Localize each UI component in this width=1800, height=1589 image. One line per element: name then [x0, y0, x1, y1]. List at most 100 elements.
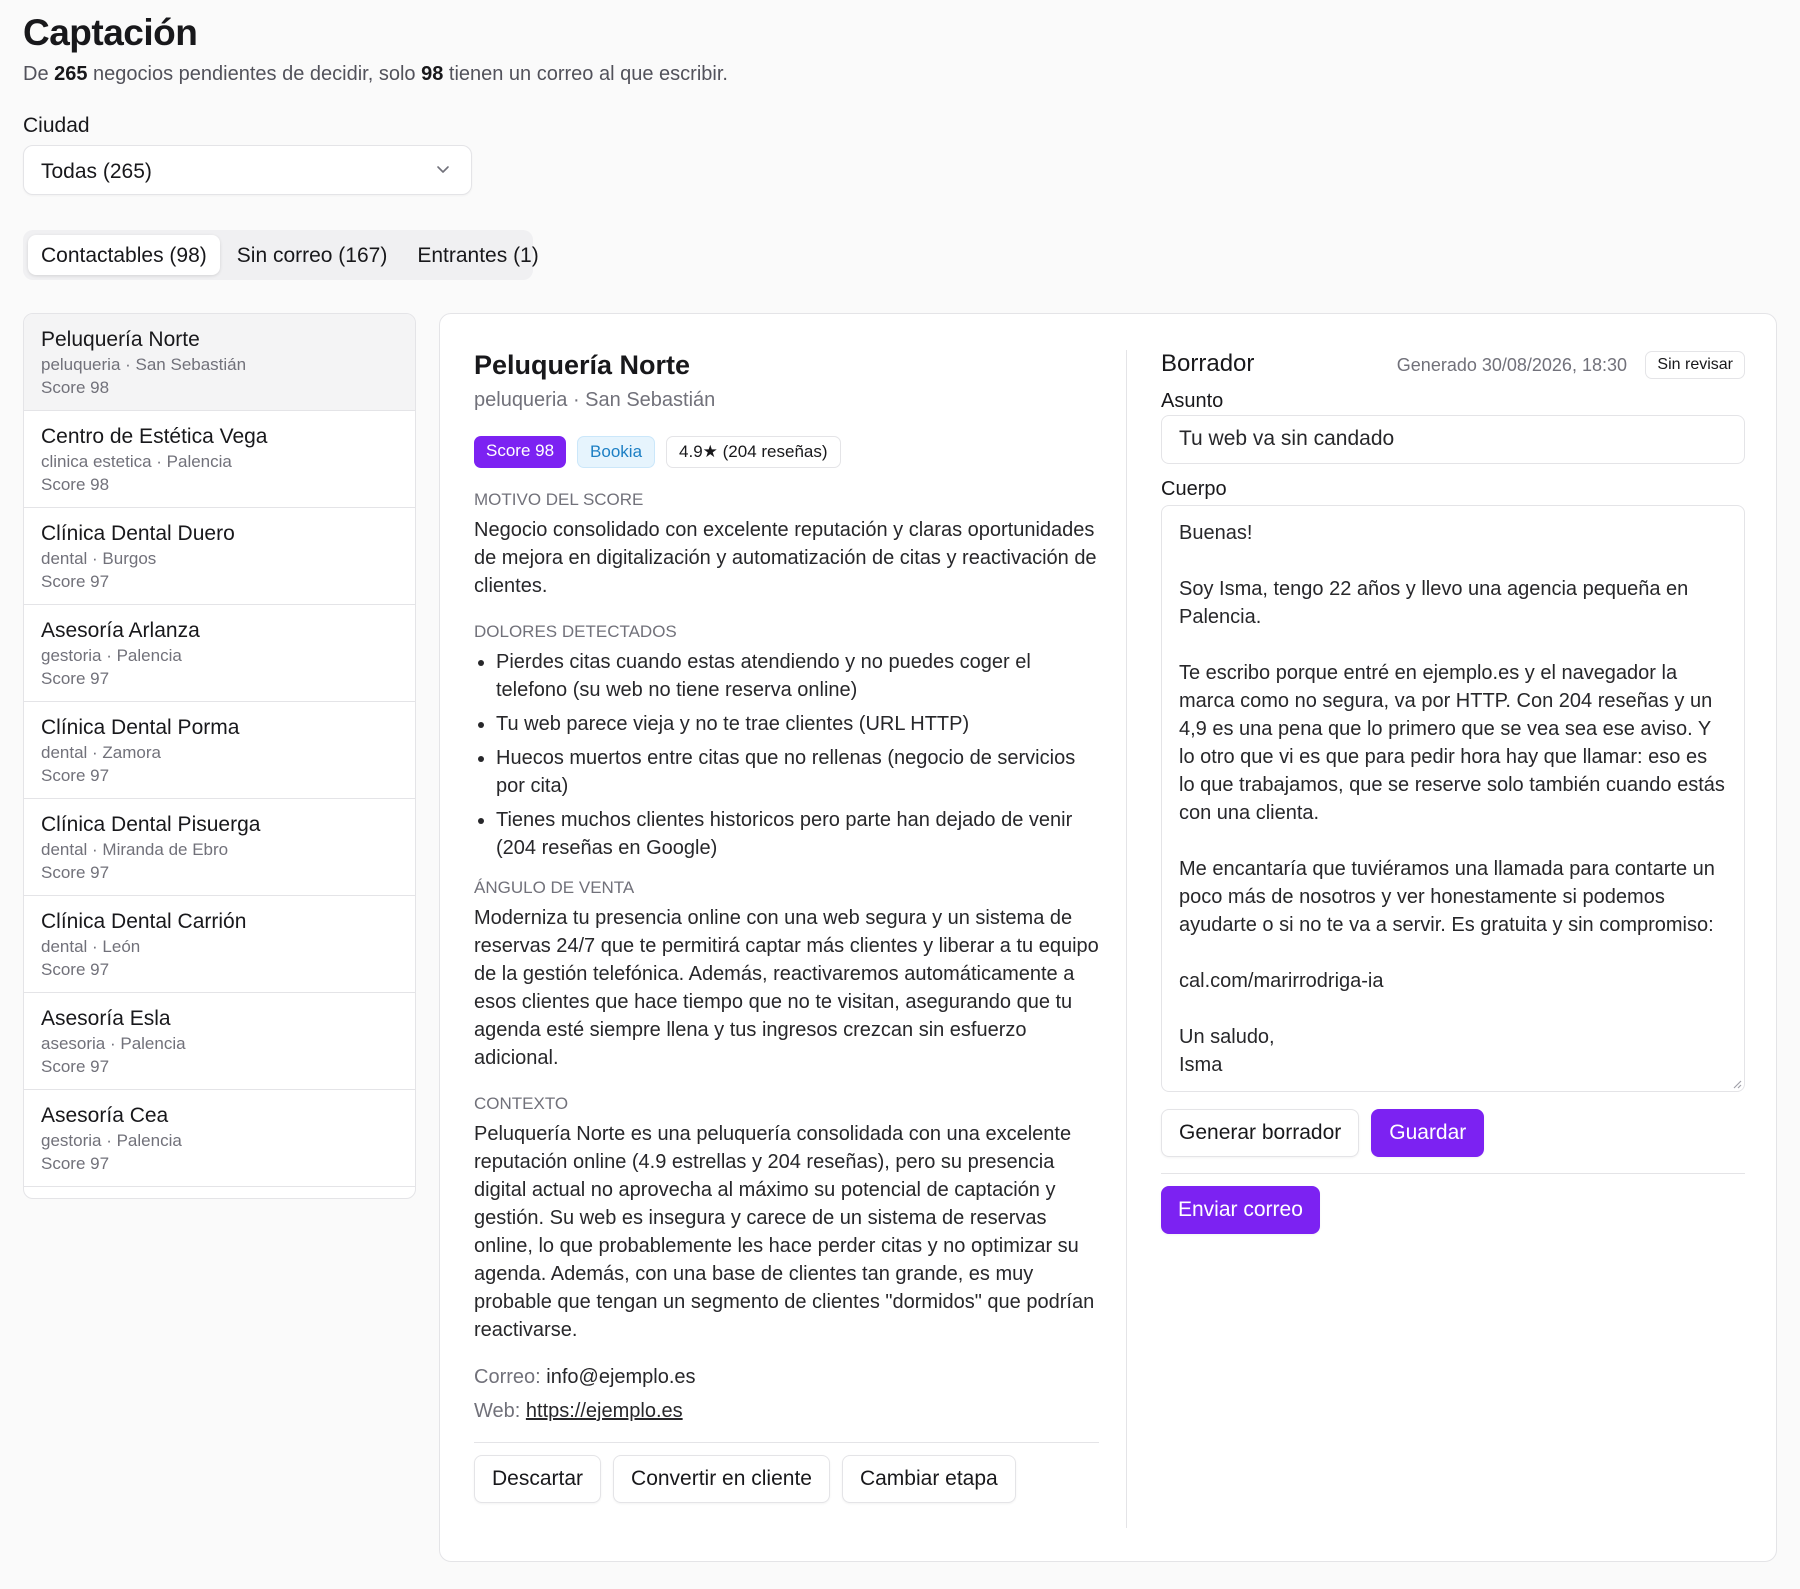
- web-link[interactable]: https://ejemplo.es: [526, 1400, 683, 1422]
- lead-tabs: Contactables (98) Sin correo (167) Entra…: [23, 230, 539, 280]
- business-meta: peluqueria · San Sebastián: [474, 389, 716, 411]
- body-paragraph: cal.com/marirrodriga-ia: [1179, 970, 1384, 992]
- lead-name: Clínica Dental Pisuerga: [41, 813, 261, 836]
- lead-meta: asesoria · Palencia: [41, 1034, 186, 1053]
- pain-item: Tienes muchos clientes historicos pero p…: [496, 806, 1099, 862]
- lead-name: Clínica Dental Porma: [41, 716, 240, 739]
- lead-name: Asesoría Esla: [41, 1007, 171, 1030]
- draft-status-badge: Sin revisar: [1645, 351, 1745, 379]
- list-item[interactable]: Clínica Dental Pisuerga dental · Miranda…: [24, 799, 415, 896]
- discard-button[interactable]: Descartar: [474, 1455, 602, 1503]
- lead-meta: dental · León: [41, 937, 141, 956]
- email-value: info@ejemplo.es: [546, 1366, 696, 1388]
- draft-generated-timestamp: Generado 30/08/2026, 18:30: [1396, 355, 1627, 375]
- web-row: Web: https://ejemplo.es: [474, 1400, 683, 1422]
- page-title: Captación: [23, 12, 198, 53]
- pending-count: 265: [54, 63, 88, 85]
- divider: [474, 1442, 1099, 1443]
- body-signoff: Un saludo, Isma: [1179, 1026, 1275, 1076]
- rating-badge: 4.9★ (204 reseñas): [666, 436, 841, 468]
- tab-contactables[interactable]: Contactables (98): [28, 235, 220, 275]
- lead-score: Score 98: [41, 475, 110, 494]
- city-select-value: Todas (265): [41, 160, 152, 183]
- tab-sin-correo[interactable]: Sin correo (167): [224, 235, 401, 275]
- lead-info-column: Peluquería Norte peluqueria · San Sebast…: [474, 350, 1099, 1503]
- email-row: Correo: info@ejemplo.es: [474, 1366, 696, 1388]
- column-divider: [1126, 350, 1127, 1528]
- city-filter-label: Ciudad: [23, 114, 90, 137]
- list-item[interactable]: Clínica Dental Carrión dental · León Sco…: [24, 896, 415, 993]
- lead-name: Centro de Estética Vega: [41, 425, 268, 448]
- list-item[interactable]: Centro de Estética Vega clinica estetica…: [24, 411, 415, 508]
- list-item[interactable]: Peluquería Norte peluqueria · San Sebast…: [24, 314, 415, 411]
- city-select[interactable]: Todas (265): [23, 145, 472, 195]
- lead-score: Score 97: [41, 572, 110, 591]
- lead-meta: dental · Burgos: [41, 549, 157, 568]
- draft-title: Borrador: [1161, 350, 1255, 377]
- list-item[interactable]: Clínica Dental Duero dental · Burgos Sco…: [24, 508, 415, 605]
- context-text: Peluquería Norte es una peluquería conso…: [474, 1123, 1095, 1341]
- body-paragraph: Soy Isma, tengo 22 años y llevo una agen…: [1179, 578, 1689, 628]
- sales-angle-text: Moderniza tu presencia online con una we…: [474, 907, 1099, 1069]
- lead-score: Score 97: [41, 1057, 110, 1076]
- list-item[interactable]: Clínica Dental Porma dental · Zamora Sco…: [24, 702, 415, 799]
- lead-score: Score 97: [41, 669, 110, 688]
- lead-name: Asesoría Cea: [41, 1104, 169, 1127]
- lead-meta: dental · Zamora: [41, 743, 161, 762]
- tab-entrantes[interactable]: Entrantes (1): [404, 235, 551, 275]
- save-button[interactable]: Guardar: [1371, 1109, 1485, 1157]
- subject-input[interactable]: Tu web va sin candado: [1161, 415, 1745, 464]
- lead-meta: clinica estetica · Palencia: [41, 452, 232, 471]
- convert-client-button[interactable]: Convertir en cliente: [613, 1455, 830, 1503]
- body-paragraph: Te escribo porque entré en ejemplo.es y …: [1179, 662, 1725, 824]
- send-email-button[interactable]: Enviar correo: [1161, 1186, 1320, 1234]
- body-textarea[interactable]: Buenas! Soy Isma, tengo 22 años y llevo …: [1161, 505, 1745, 1092]
- generate-draft-button[interactable]: Generar borrador: [1161, 1109, 1360, 1157]
- score-badge: Score 98: [474, 436, 567, 468]
- pain-item: Tu web parece vieja y no te trae cliente…: [496, 710, 1099, 738]
- lead-score: Score 97: [41, 1154, 110, 1173]
- business-name: Peluquería Norte: [474, 350, 691, 380]
- lead-meta: gestoria · Palencia: [41, 646, 182, 665]
- draft-header: Borrador Generado 30/08/2026, 18:30 Sin …: [1161, 350, 1745, 382]
- change-stage-button[interactable]: Cambiar etapa: [841, 1455, 1016, 1503]
- pains-list: Pierdes citas cuando estas atendiendo y …: [474, 648, 1099, 862]
- lead-score: Score 97: [41, 863, 110, 882]
- lead-meta: gestoria · Palencia: [41, 1131, 182, 1150]
- divider: [1161, 1173, 1745, 1174]
- draft-column: Borrador Generado 30/08/2026, 18:30 Sin …: [1161, 350, 1745, 1234]
- body-label: Cuerpo: [1161, 478, 1227, 500]
- lead-name: Clínica Dental Carrión: [41, 910, 247, 933]
- list-item[interactable]: Asesoría Arlanza gestoria · Palencia Sco…: [24, 605, 415, 702]
- lead-score: Score 97: [41, 766, 110, 785]
- email-count: 98: [421, 63, 444, 85]
- pain-item: Huecos muertos entre citas que no rellen…: [496, 744, 1099, 800]
- lead-score: Score 97: [41, 960, 110, 979]
- context-label: Contexto: [474, 1094, 569, 1113]
- page-subtitle: De 265 negocios pendientes de decidir, s…: [23, 63, 728, 85]
- body-paragraph: Buenas!: [1179, 522, 1253, 544]
- resize-handle-icon[interactable]: [1730, 1077, 1742, 1089]
- draft-actions: Generar borrador Guardar: [1161, 1109, 1745, 1157]
- lead-name: Peluquería Norte: [41, 328, 200, 351]
- list-item[interactable]: Asesoría Cea gestoria · Palencia Score 9…: [24, 1090, 415, 1187]
- score-reason-text: Negocio consolidado con excelente reputa…: [474, 519, 1097, 597]
- lead-name: Clínica Dental Duero: [41, 522, 235, 545]
- body-paragraph: Me encantaría que tuviéramos una llamada…: [1179, 858, 1715, 936]
- lead-meta: dental · Miranda de Ebro: [41, 840, 229, 859]
- lead-detail-card: Peluquería Norte peluqueria · San Sebast…: [439, 313, 1777, 1562]
- sales-angle-label: Ángulo de venta: [474, 878, 635, 897]
- chevron-down-icon: [437, 166, 449, 173]
- booking-tool-badge: Bookia: [577, 436, 656, 468]
- list-item[interactable]: Asesoría Esla asesoria · Palencia Score …: [24, 993, 415, 1090]
- subject-label: Asunto: [1161, 390, 1224, 412]
- lead-score: Score 98: [41, 378, 110, 397]
- lead-name: Asesoría Arlanza: [41, 619, 200, 642]
- lead-meta: peluqueria · San Sebastián: [41, 355, 247, 374]
- score-reason-label: Motivo del score: [474, 490, 644, 509]
- lead-actions: Descartar Convertir en cliente Cambiar e…: [474, 1455, 1099, 1503]
- pains-label: Dolores detectados: [474, 622, 677, 641]
- lead-list: Peluquería Norte peluqueria · San Sebast…: [23, 313, 416, 1199]
- pain-item: Pierdes citas cuando estas atendiendo y …: [496, 648, 1099, 704]
- badge-row: Score 98 Bookia 4.9★ (204 reseñas): [474, 436, 1099, 468]
